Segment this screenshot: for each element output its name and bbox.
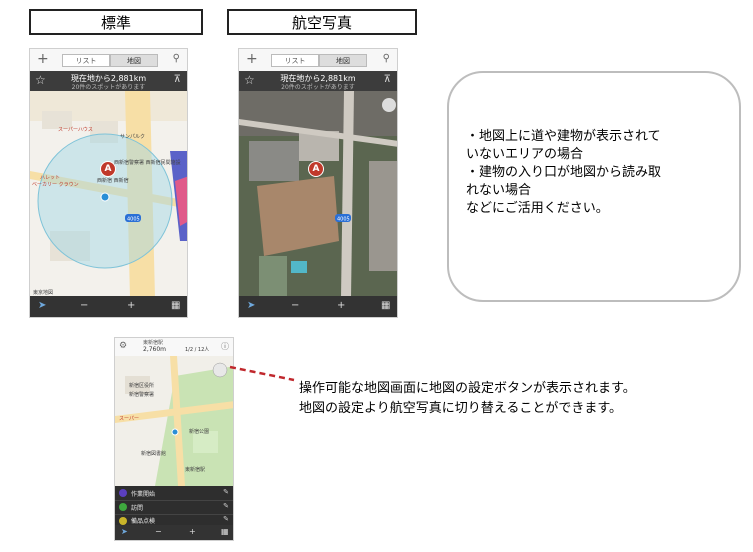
spot-name: 東新宿駅 <box>143 340 164 346</box>
list-item[interactable]: 作業開始 ✎ <box>115 486 233 501</box>
location-arrow-icon[interactable]: ➤ <box>247 300 255 311</box>
zoom-out-button[interactable]: − <box>155 527 162 536</box>
aerial-map-phone: + リスト 地図 ⚲ ☆ 現在地から2,881km 20件のスポットがあります … <box>238 48 398 318</box>
search-icon[interactable]: ⚲ <box>383 53 390 64</box>
top-bar: + リスト 地図 ⚲ <box>30 49 187 72</box>
add-icon[interactable]: + <box>37 51 49 67</box>
bottom-toolbar: ➤ − + ▦ <box>115 525 233 540</box>
list-item[interactable]: 訪問 ✎ <box>115 500 233 515</box>
top-bar: + リスト 地図 ⚲ <box>239 49 397 72</box>
zoom-in-button[interactable]: + <box>127 300 135 311</box>
gear-icon[interactable]: ⚙ <box>119 341 127 351</box>
callout-line: ・地図上に道や建物が表示されて <box>466 129 661 144</box>
map-label: スーパー <box>119 416 139 422</box>
edit-icon[interactable]: ✎ <box>223 488 229 496</box>
navigation-icon[interactable]: ⊼ <box>174 74 181 85</box>
standard-map[interactable]: 4005 <box>30 91 188 298</box>
standard-map-phone: + リスト 地図 ⚲ ☆ 現在地から2,881km 20件のスポットがあります … <box>29 48 188 318</box>
list-item-label: 訪問 <box>131 505 144 512</box>
tab-map[interactable]: 地図 <box>110 54 158 67</box>
action-list: 作業開始 ✎ 訪問 ✎ 備品点検 ✎ <box>115 486 233 526</box>
location-info-bar: ☆ 現在地から2,881km 20件のスポットがあります ⊼ <box>239 71 397 91</box>
standard-map-label: 標準 <box>29 9 203 35</box>
aerial-map-label: 航空写真 <box>227 9 417 35</box>
svg-text:4005: 4005 <box>337 217 350 223</box>
callout-line: れない場合 <box>466 183 532 198</box>
note-line: 操作可能な地図画面に地図の設定ボタンが表示されます。 <box>299 381 636 396</box>
view-segmented-control: リスト 地図 <box>271 54 367 67</box>
list-item-label: 備品点検 <box>131 518 156 525</box>
spots-count-text: 20件のスポットがあります <box>281 84 355 91</box>
spot-count: 1/2 / 12人 <box>185 347 210 353</box>
map-label-place1: サンパルク <box>120 134 146 140</box>
callout-line: いないエリアの場合 <box>466 147 584 162</box>
dashed-connector <box>229 365 295 382</box>
edit-icon[interactable]: ✎ <box>223 515 229 523</box>
location-info-bar: ☆ 現在地から2,881km 20件のスポットがあります ⊼ <box>30 71 187 91</box>
item-icon <box>119 517 127 525</box>
view-segmented-control: リスト 地図 <box>62 54 158 67</box>
map-label-place2: スーパーハウス <box>58 127 93 133</box>
tab-map[interactable]: 地図 <box>319 54 367 67</box>
spots-count-text: 20件のスポットがあります <box>71 84 146 91</box>
menu-icon[interactable]: ▦ <box>221 527 229 536</box>
aerial-map[interactable]: 4005 <box>239 91 398 298</box>
map-attribution: 東京地図 <box>33 290 54 296</box>
navigation-icon[interactable]: ⊼ <box>384 74 391 85</box>
zoom-in-button[interactable]: + <box>189 527 196 536</box>
map-label: 新宿警察署 <box>129 392 155 398</box>
start-icon <box>119 489 127 497</box>
location-arrow-icon[interactable]: ➤ <box>38 300 46 311</box>
add-icon[interactable]: + <box>246 51 258 67</box>
map-settings-note: 操作可能な地図画面に地図の設定ボタンが表示されます。 地図の設定より航空写真に切… <box>299 379 636 419</box>
spot-header: ⚙ 東新宿駅 2,760m 1/2 / 12人 ⓘ <box>115 338 233 357</box>
tab-list[interactable]: リスト <box>62 54 110 67</box>
tab-list[interactable]: リスト <box>271 54 319 67</box>
usage-callout-text: ・地図上に道や建物が表示されて いないエリアの場合 ・建物の入り口が地図から読み… <box>466 128 736 218</box>
zoom-out-button[interactable]: − <box>291 300 299 311</box>
map-label: 新宿図書館 <box>141 451 167 457</box>
search-icon[interactable]: ⚲ <box>173 53 180 64</box>
zoom-out-button[interactable]: − <box>80 300 88 311</box>
visit-icon <box>119 503 127 511</box>
menu-icon[interactable]: ▦ <box>171 300 180 311</box>
callout-line: などにご活用ください。 <box>466 201 609 216</box>
map-label-place4: ベーカリー クラウン <box>32 182 79 188</box>
bottom-toolbar: ➤ − + ▦ <box>239 296 397 317</box>
info-icon[interactable]: ⓘ <box>221 341 229 352</box>
zoom-in-button[interactable]: + <box>337 300 345 311</box>
note-line: 地図の設定より航空写真に切り替えることができます。 <box>299 401 623 416</box>
location-arrow-icon[interactable]: ➤ <box>121 527 128 536</box>
map-label-place3: ハレット <box>40 175 61 181</box>
settings-map-phone: ⚙ 東新宿駅 2,760m 1/2 / 12人 ⓘ 新宿区役所 新宿警察署 スー… <box>114 337 234 541</box>
list-item-label: 作業開始 <box>131 491 156 498</box>
spot-pin-a[interactable]: A <box>308 161 324 177</box>
svg-text:4005: 4005 <box>127 217 140 223</box>
callout-line: ・建物の入り口が地図から読み取 <box>466 165 662 180</box>
map-label: 東新宿駅 <box>185 467 206 473</box>
map-label-bldg2: 西新宿 西新宿 <box>97 178 129 184</box>
map-label: 新宿公園 <box>189 429 210 435</box>
spot-distance: 2,760m <box>143 346 167 353</box>
map-label-bldg1: 西新宿警察署 西新宿民間施設 <box>114 160 181 166</box>
map-label: 新宿区役所 <box>129 383 155 389</box>
bottom-toolbar: ➤ − + ▦ <box>30 296 187 317</box>
menu-icon[interactable]: ▦ <box>381 300 390 311</box>
edit-icon[interactable]: ✎ <box>223 502 229 510</box>
